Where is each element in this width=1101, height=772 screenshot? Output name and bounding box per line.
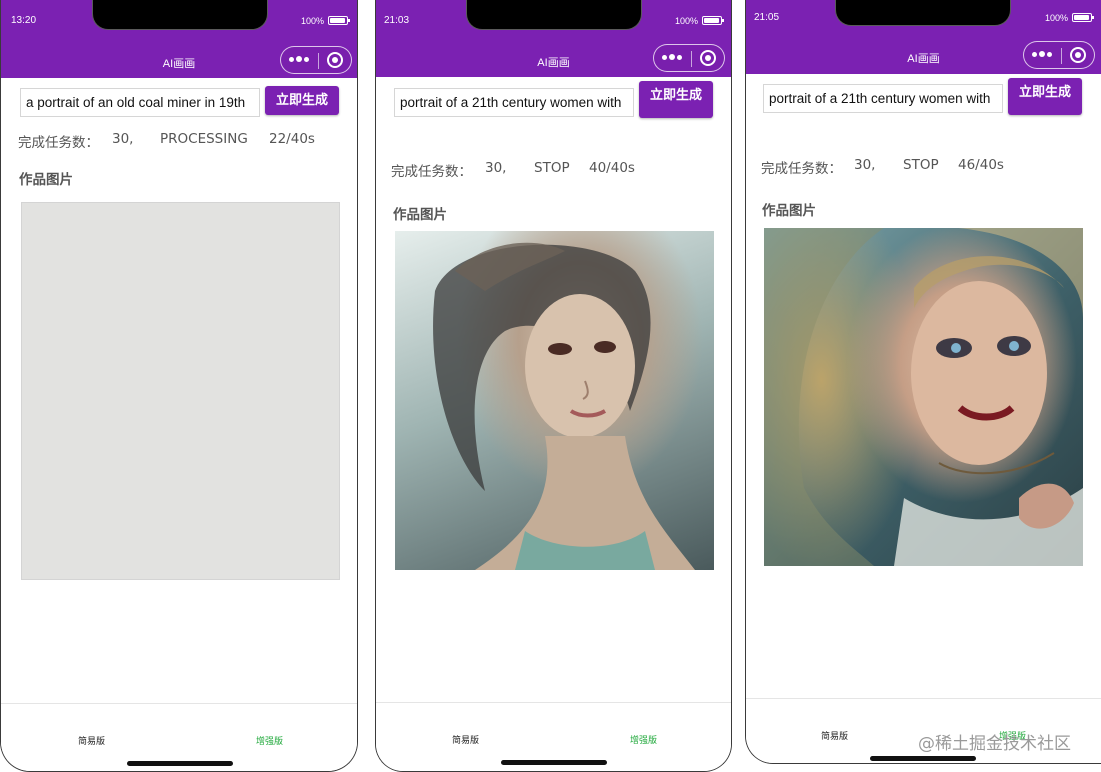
- status-time: 21:03: [384, 15, 410, 26]
- tab-enhanced[interactable]: 增强版: [256, 734, 283, 747]
- battery-percent: 100%: [1044, 13, 1068, 23]
- home-indicator: [870, 756, 976, 761]
- status-bar: 13:20 100%: [1, 0, 357, 42]
- tab-basic[interactable]: 简易版: [821, 729, 848, 742]
- tab-enhanced[interactable]: 增强版: [630, 733, 657, 746]
- home-indicator: [127, 761, 233, 766]
- phone-screen-3: 21:05 100% AI画画 portrait of a 21th centu…: [745, 0, 1101, 764]
- battery-icon: [328, 16, 350, 25]
- screenshot-collage: 13:20 100% AI画画 a portrait of an old coa…: [0, 0, 1101, 772]
- watermark: @稀土掘金技术社区: [918, 734, 1071, 754]
- stats-label: 完成任务数：: [18, 135, 99, 151]
- mini-program-capsule: [280, 46, 352, 74]
- image-placeholder: [21, 202, 340, 580]
- battery-icon: [1072, 13, 1094, 22]
- generated-image: [764, 228, 1083, 566]
- status-time: 21:05: [754, 12, 780, 23]
- phone-screen-1: 13:20 100% AI画画 a portrait of an old coa…: [0, 0, 358, 772]
- tab-basic[interactable]: 简易版: [78, 734, 105, 747]
- more-icon[interactable]: [289, 56, 313, 64]
- home-indicator: [501, 760, 607, 765]
- generate-button[interactable]: 立即生成: [1008, 78, 1082, 115]
- generate-button[interactable]: 立即生成: [265, 86, 339, 115]
- task-stats: 完成任务数： 30, PROCESSING 22/40s: [18, 131, 348, 151]
- battery-percent: 100%: [300, 16, 324, 26]
- phone-screen-2: 21:03 100% AI画画 portrait of a 21th centu…: [375, 0, 732, 772]
- generated-image: [395, 231, 714, 570]
- tab-bar: 简易版 增强版: [376, 702, 731, 771]
- more-icon[interactable]: [1032, 51, 1056, 59]
- task-status: PROCESSING: [160, 131, 248, 147]
- task-status: STOP: [534, 160, 570, 176]
- generate-button[interactable]: 立即生成: [639, 81, 713, 118]
- task-count: 30,: [854, 157, 876, 173]
- portrait-illustration: [433, 242, 695, 570]
- capsule-divider: [1061, 48, 1062, 64]
- more-icon[interactable]: [662, 54, 686, 62]
- capsule-divider: [318, 53, 319, 69]
- prompt-input[interactable]: portrait of a 21th century women with: [394, 88, 634, 117]
- gallery-title: 作品图片: [762, 203, 816, 219]
- close-target-icon[interactable]: [700, 50, 716, 66]
- tab-basic[interactable]: 简易版: [452, 733, 479, 746]
- task-count: 30,: [112, 131, 134, 147]
- task-progress: 22/40s: [269, 131, 315, 147]
- prompt-input[interactable]: portrait of a 21th century women with: [763, 84, 1003, 113]
- status-bar: 21:03 100%: [376, 0, 731, 42]
- close-target-icon[interactable]: [327, 52, 343, 68]
- battery-percent: 100%: [674, 16, 698, 26]
- stats-label: 完成任务数：: [391, 164, 472, 180]
- task-progress: 46/40s: [958, 157, 1004, 173]
- portrait-illustration: [764, 228, 1083, 566]
- capsule-divider: [691, 51, 692, 67]
- mini-program-capsule: [1023, 41, 1095, 69]
- status-bar: 21:05 100%: [746, 0, 1101, 42]
- status-time: 13:20: [11, 15, 37, 26]
- task-status: STOP: [903, 157, 939, 173]
- battery-icon: [702, 16, 724, 25]
- task-count: 30,: [485, 160, 507, 176]
- stats-label: 完成任务数：: [761, 161, 842, 177]
- gallery-title: 作品图片: [19, 172, 73, 188]
- task-progress: 40/40s: [589, 160, 635, 176]
- task-stats: 完成任务数： 30, STOP 40/40s: [391, 160, 721, 180]
- gallery-title: 作品图片: [393, 207, 447, 223]
- task-stats: 完成任务数： 30, STOP 46/40s: [761, 157, 1091, 177]
- prompt-input[interactable]: a portrait of an old coal miner in 19th: [20, 88, 260, 117]
- close-target-icon[interactable]: [1070, 47, 1086, 63]
- mini-program-capsule: [653, 44, 725, 72]
- tab-bar: 简易版 增强版: [1, 703, 357, 771]
